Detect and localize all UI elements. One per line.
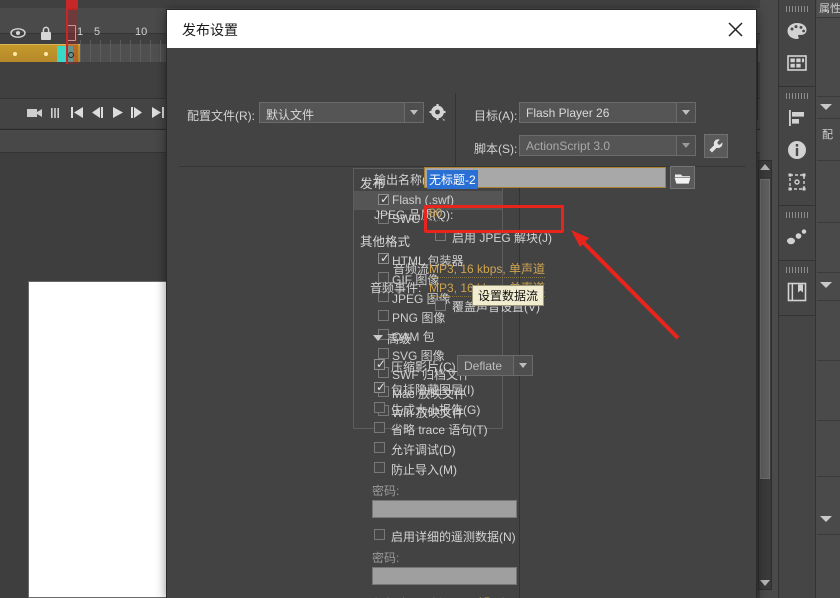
properties-panel-title: 属性 (817, 0, 840, 18)
output-name-input[interactable]: 无标题-2 (424, 167, 666, 189)
include-hidden-layers-label: 包括隐藏图层(I) (391, 383, 475, 397)
output-name-value: 无标题-2 (427, 170, 478, 189)
dock-group-library (779, 261, 815, 316)
keyframe-marker[interactable] (68, 52, 74, 58)
dock-grip-icon-2[interactable] (786, 93, 808, 99)
telemetry-label: 启用详细的遥测数据(N) (391, 530, 516, 544)
password-input-2[interactable] (372, 567, 517, 585)
script-label: 脚本(S): (474, 142, 518, 156)
chevron-down-icon[interactable] (404, 103, 423, 122)
chevron-down-icon-target[interactable] (676, 103, 695, 122)
ruler-mark-5: 5 (94, 26, 101, 38)
panel-dock (778, 0, 816, 598)
go-to-last-frame-icon[interactable] (152, 107, 165, 121)
password-label-2: 密码: (372, 551, 400, 565)
script-select[interactable]: ActionScript 3.0 (519, 135, 696, 156)
library-icon[interactable] (782, 277, 812, 307)
include-hidden-layers-checkbox[interactable]: ✓ (374, 381, 386, 393)
advanced-disclosure-icon[interactable] (373, 335, 383, 341)
omit-trace-label: 省略 trace 语句(T) (391, 423, 488, 437)
dock-grip-icon[interactable] (786, 6, 808, 12)
wrench-icon[interactable] (704, 134, 728, 158)
script-value: ActionScript 3.0 (526, 139, 611, 153)
section-collapse-icon-2[interactable] (820, 282, 832, 288)
motion-editor-icon[interactable] (782, 222, 812, 252)
audio-event-label: 音频事件: (370, 281, 422, 295)
compress-movie-label: 压缩影片(C) (391, 360, 456, 374)
advanced-title: 高级 (387, 332, 412, 346)
omit-trace-checkbox[interactable] (374, 422, 385, 433)
transform-icon[interactable] (782, 167, 812, 197)
format-checkbox-html-wrapper[interactable]: ✓ (378, 252, 390, 264)
dock-group-motion (779, 206, 815, 261)
generate-size-report-label: 生成大小报告(G) (391, 403, 481, 417)
generate-size-report-checkbox[interactable] (374, 402, 385, 413)
profile-label: 配置文件(R): (187, 109, 255, 123)
step-back-icon[interactable] (91, 107, 104, 121)
stage-vertical-scrollbar[interactable] (758, 160, 772, 590)
properties-panel: 属性 配 (817, 0, 840, 598)
onion-skin-icon[interactable] (50, 107, 60, 122)
dock-grip-icon-4[interactable] (786, 267, 808, 273)
compress-movie-checkbox[interactable]: ✓ (374, 358, 386, 370)
override-sound-checkbox[interactable] (435, 300, 446, 311)
lock-icon[interactable] (39, 25, 53, 41)
protect-from-import-label: 防止导入(M) (391, 463, 457, 477)
dock-grip-icon-3[interactable] (786, 212, 808, 218)
stage-canvas[interactable] (28, 281, 174, 598)
swatches-icon[interactable] (782, 48, 812, 78)
dialog-titlebar[interactable]: 发布设置 (167, 10, 756, 48)
step-forward-icon[interactable] (131, 107, 144, 121)
formats-group-other: 其他格式 (360, 235, 411, 249)
audio-stream-label: 音频流: (393, 262, 433, 276)
protect-from-import-checkbox[interactable] (374, 462, 385, 473)
align-icon[interactable] (782, 103, 812, 133)
target-label: 目标(A): (474, 109, 518, 123)
info-icon[interactable] (782, 135, 812, 165)
section-collapse-icon[interactable] (820, 104, 832, 110)
gear-icon[interactable] (427, 102, 449, 124)
ruler-mark-10: 10 (135, 26, 148, 38)
publish-settings-dialog: 发布设置 配置文件(R): 默认文件 目标(A): Flash Player 2… (166, 9, 757, 598)
dialog-title: 发布设置 (182, 22, 238, 38)
camera-icon[interactable] (27, 107, 43, 122)
audio-stream-value[interactable]: MP3, 16 kbps, 单声道 (429, 260, 546, 278)
properties-section-value: 配 (822, 129, 833, 141)
permit-debugging-checkbox[interactable] (374, 442, 385, 453)
annotation-highlight-box (424, 205, 564, 233)
password-input-1[interactable] (372, 500, 517, 518)
format-checkbox-flash-swf[interactable]: ✓ (378, 193, 390, 205)
compress-movie-value: Deflate (464, 359, 503, 373)
section-collapse-icon-3[interactable] (820, 516, 832, 522)
profile-select[interactable]: 默认文件 (259, 102, 424, 123)
play-icon[interactable] (112, 107, 124, 121)
go-to-first-frame-icon[interactable] (71, 107, 84, 121)
dock-group-color (779, 0, 815, 87)
target-value: Flash Player 26 (526, 106, 610, 120)
profile-value: 默认文件 (266, 108, 315, 122)
format-checkbox-png[interactable] (378, 310, 389, 321)
chevron-down-icon-compress[interactable] (513, 356, 532, 375)
dock-group-props (779, 87, 815, 206)
telemetry-checkbox[interactable] (374, 529, 385, 540)
dialog-body: 配置文件(R): 默认文件 目标(A): Flash Player 26 脚本(… (167, 48, 756, 598)
color-palette-icon[interactable] (782, 16, 812, 46)
compress-movie-select[interactable]: Deflate (457, 355, 533, 376)
tooltip: 设置数据流 (472, 285, 545, 306)
close-icon[interactable] (724, 18, 746, 40)
chevron-down-icon-script[interactable] (676, 136, 695, 155)
password-label-1: 密码: (372, 484, 400, 498)
header-divider (455, 93, 456, 166)
format-label-png: PNG 图像 (392, 311, 446, 325)
folder-icon[interactable] (670, 166, 695, 189)
permit-debugging-label: 允许调试(D) (391, 443, 456, 457)
eye-icon[interactable] (10, 26, 26, 40)
target-select[interactable]: Flash Player 26 (519, 102, 696, 123)
